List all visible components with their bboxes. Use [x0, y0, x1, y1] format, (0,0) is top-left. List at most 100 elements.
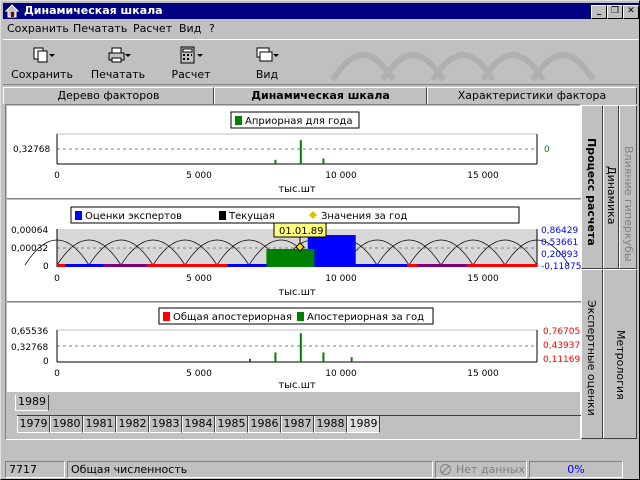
right-axis-label: 0,76705	[543, 327, 580, 337]
calc-button[interactable]: Расчет	[161, 44, 221, 84]
title-bar[interactable]: Динамическая шкала _ ❐ ✕	[3, 3, 639, 19]
year-tab-1980[interactable]: 1980	[50, 416, 83, 433]
view-button[interactable]: Вид	[237, 44, 297, 84]
side-tab-dynamics[interactable]: Динамика	[603, 105, 619, 269]
baseline-segment	[65, 264, 107, 267]
status-factor-name: Общая численность	[67, 461, 433, 478]
x-tick: 10 000	[325, 369, 357, 379]
x-tick: 10 000	[325, 171, 357, 181]
year-tab-1983[interactable]: 1983	[149, 416, 182, 433]
baseline-segment	[227, 264, 269, 267]
legend-experts: Оценки экспертов	[85, 211, 182, 222]
y-tick: 0,32768	[13, 145, 50, 155]
x-tick: 15 000	[467, 369, 499, 379]
bars	[249, 333, 353, 362]
x-tick: 0	[54, 369, 60, 379]
year-tabs: 1979 1980 1981 1982 1983 1984 1985 1986 1987 1988…	[17, 415, 581, 433]
year-tab-current[interactable]: 1989	[15, 395, 49, 411]
x-tick: 5 000	[186, 171, 212, 181]
legend-current: Текущая	[228, 211, 275, 222]
menu-help[interactable]: ?	[209, 22, 215, 36]
year-tab-1984[interactable]: 1984	[182, 416, 215, 433]
legend-swatch-apriori	[235, 116, 242, 125]
y-tick: 0,00064	[11, 226, 48, 236]
x-tick: 0	[54, 171, 60, 181]
save-button[interactable]: Сохранить	[9, 44, 75, 84]
status-bar: 7717 Общая численность Нет данных 0%	[3, 459, 639, 479]
right-axis-label: 0,86429	[541, 226, 578, 236]
year-tab-1985[interactable]: 1985	[215, 416, 248, 433]
year-tab-1979[interactable]: 1979	[17, 416, 50, 433]
baseline-segment	[347, 264, 407, 267]
right-axis-label: 0,53661	[541, 238, 578, 248]
side-tab-process[interactable]: Процесс расчета	[581, 105, 603, 269]
close-button[interactable]: ✕	[623, 5, 639, 19]
year-tab-1986[interactable]: 1986	[248, 416, 281, 433]
printer-icon	[108, 47, 131, 63]
restore-button[interactable]: ❐	[607, 5, 623, 19]
menu-bar: Сохранить Печатать Расчет Вид ?	[3, 20, 639, 39]
tab-dynamic-scale[interactable]: Динамическая шкала	[214, 87, 427, 104]
legend-swatch-experts	[75, 211, 82, 220]
menu-view[interactable]: Вид	[179, 22, 201, 36]
x-axis-label: тыс.шт	[278, 380, 316, 391]
bar	[322, 158, 325, 164]
y-tick: 0,65536	[11, 327, 48, 337]
legend-year-aposteriori: Апостериорная за год	[307, 312, 424, 323]
calculator-icon	[180, 46, 203, 64]
y-tick: 0	[43, 262, 49, 272]
chart-area: Априорная для года 0,32768 0 0 5 000 10 …	[5, 104, 581, 440]
status-nodata: Нет данных	[435, 461, 527, 478]
toolbar-decoration	[330, 52, 596, 82]
bar	[274, 352, 277, 362]
right-axis-label: 0,11169	[543, 355, 580, 365]
side-tab-experts[interactable]: Экспертные оценки	[581, 269, 603, 439]
legend-swatch-total	[163, 312, 170, 321]
bar	[307, 235, 356, 267]
status-count: 7717	[5, 461, 65, 478]
bar	[350, 357, 353, 362]
chart-panel-experts: Оценки экспертов Текущая Значения за год…	[7, 201, 581, 301]
side-tab-metrology[interactable]: Метрология	[603, 269, 637, 439]
y-tick: 0,00032	[11, 244, 48, 254]
y-tick: 0	[43, 357, 49, 367]
chart-apriori: Априорная для года 0,32768 0 0 5 000 10 …	[13, 111, 550, 195]
legend-apriori: Априорная для года	[245, 116, 352, 127]
tab-factor-tree[interactable]: Дерево факторов	[3, 87, 214, 104]
legend-swatch-current	[219, 211, 226, 220]
bar	[249, 358, 251, 362]
year-tab-1987[interactable]: 1987	[281, 416, 314, 433]
chart-aposteriori: Общая апостериорная Апостериорная за год…	[11, 307, 580, 391]
tab-factor-characteristics[interactable]: Характеристики фактора	[427, 87, 637, 104]
right-axis-label: 0	[544, 145, 550, 155]
right-axis-label: -0,11875	[541, 262, 581, 272]
bar	[322, 352, 325, 362]
menu-calc[interactable]: Расчет	[133, 22, 172, 36]
bar	[266, 249, 315, 267]
year-tab-1981[interactable]: 1981	[83, 416, 116, 433]
app-window: Динамическая шкала _ ❐ ✕ Сохранить Печат…	[0, 0, 640, 480]
x-tick: 5 000	[186, 274, 212, 284]
app-icon	[5, 4, 19, 18]
x-tick: 5 000	[186, 369, 212, 379]
menu-print[interactable]: Печатать	[73, 22, 127, 36]
x-tick: 0	[54, 274, 60, 284]
minimize-button[interactable]: _	[591, 5, 607, 19]
chart-panel-aposteriori: Общая апостериорная Апостериорная за год…	[7, 304, 581, 392]
chart-panel-apriori: Априорная для года 0,32768 0 0 5 000 10 …	[7, 106, 581, 198]
year-tab-1988[interactable]: 1988	[314, 416, 347, 433]
window-title: Динамическая шкала	[24, 4, 163, 17]
year-tab-1982[interactable]: 1982	[116, 416, 149, 433]
main-tabs: Дерево факторов Динамическая шкала Харак…	[3, 86, 639, 104]
bar	[299, 333, 302, 362]
year-tab-1989[interactable]: 1989	[347, 416, 380, 433]
legend-swatch-year	[297, 312, 304, 321]
print-button[interactable]: Печатать	[85, 44, 151, 84]
x-tick: 15 000	[467, 171, 499, 181]
side-tab-hypercubes[interactable]: Влияние гиперкубы	[619, 105, 637, 269]
x-tick: 15 000	[467, 274, 499, 284]
menu-save[interactable]: Сохранить	[7, 22, 69, 36]
right-axis-label: 0,43937	[543, 341, 580, 351]
x-axis-label: тыс.шт	[278, 184, 316, 195]
status-progress: 0%	[529, 461, 623, 478]
